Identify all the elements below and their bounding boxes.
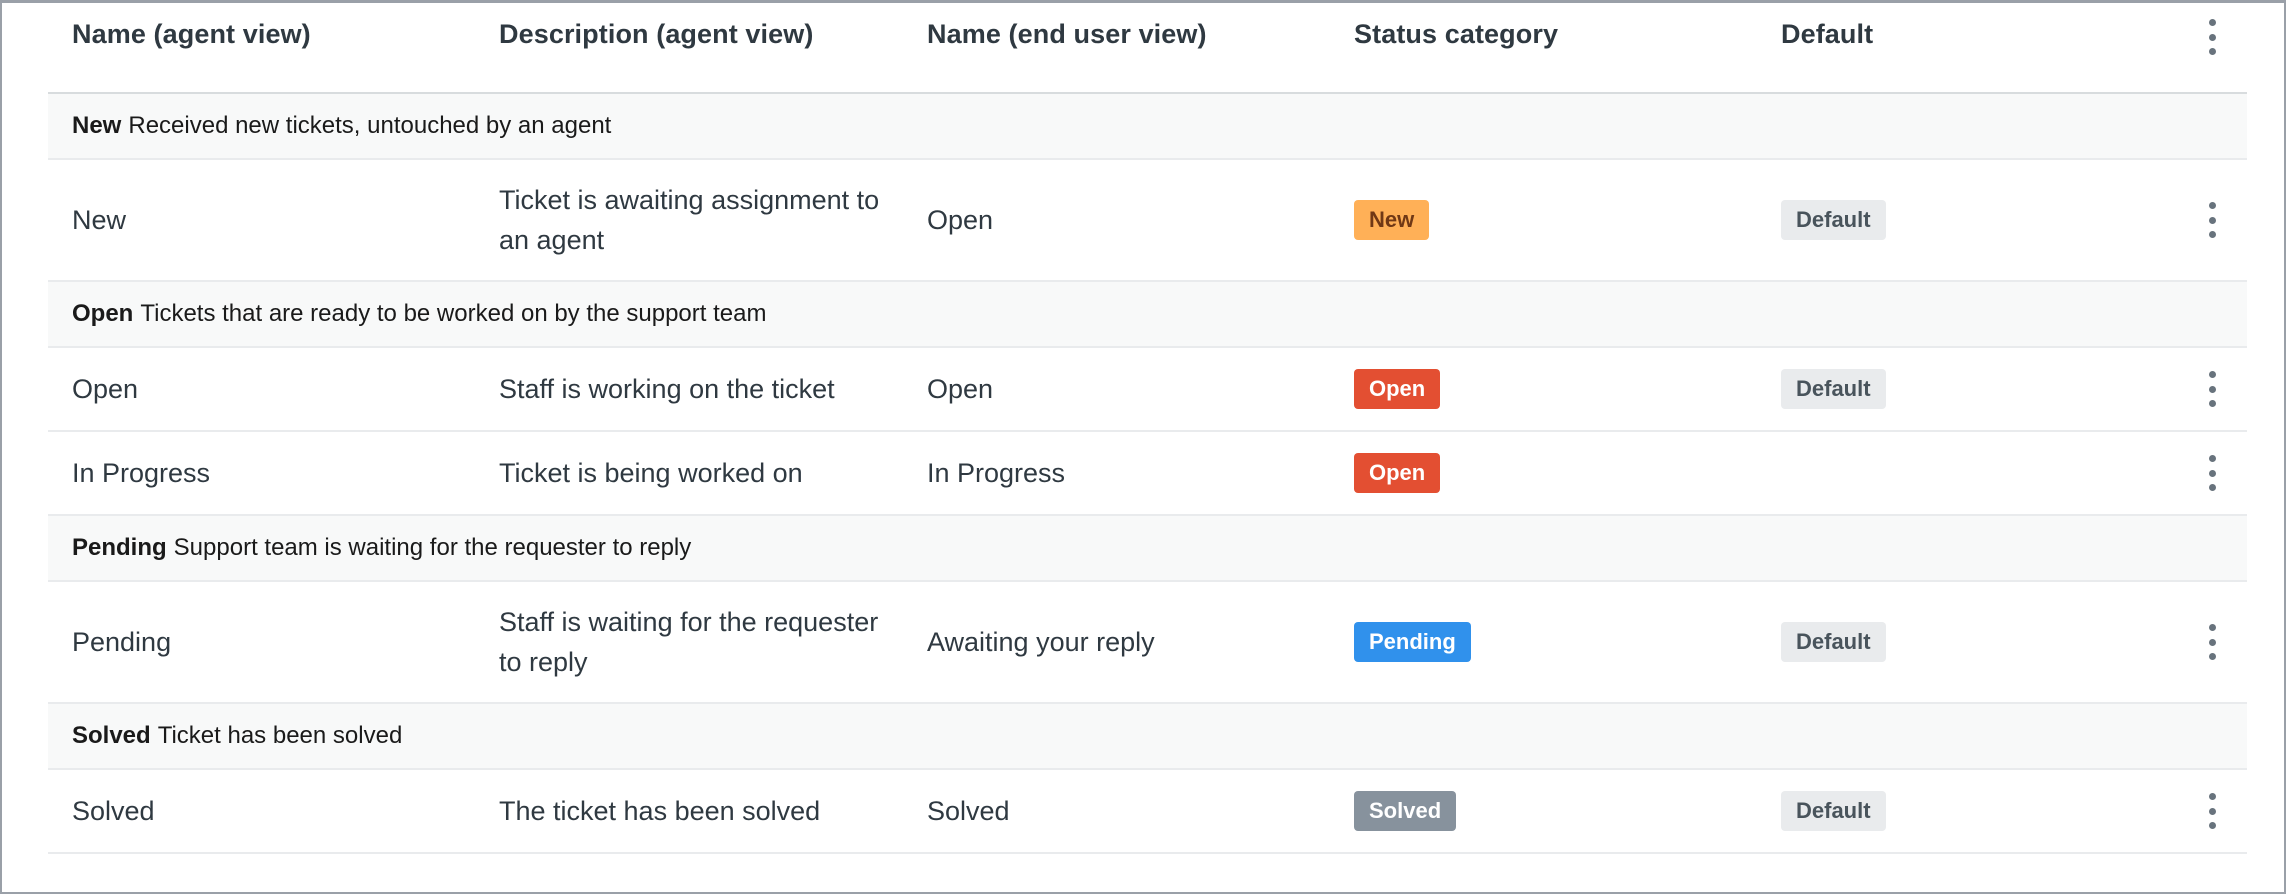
status-name-end-user: Solved (927, 796, 1010, 826)
kebab-vertical-icon[interactable] (2205, 19, 2219, 55)
status-name-agent: New (72, 205, 127, 235)
status-name-end-user: Open (927, 374, 994, 404)
status-name-agent: Pending (72, 627, 172, 657)
group-row-pending: Pending Support team is waiting for the r… (48, 516, 2247, 582)
table-header: Name (agent view) Description (agent vie… (48, 3, 2247, 94)
status-category-badge: Open (1354, 369, 1441, 409)
group-description: Ticket has been solved (157, 722, 403, 749)
status-category-badge: Solved (1354, 791, 1457, 831)
status-name-end-user: Awaiting your reply (927, 627, 1155, 657)
group-description: Tickets that are ready to be worked on b… (140, 300, 767, 327)
status-description-agent: Staff is working on the ticket (499, 374, 835, 404)
table-row[interactable]: In Progress Ticket is being worked on In P… (48, 432, 2247, 516)
status-name-agent: Solved (72, 796, 155, 826)
default-badge: Default (1781, 200, 1886, 240)
status-name-agent: In Progress (72, 458, 211, 488)
status-description-agent: The ticket has been solved (499, 796, 821, 826)
column-header-default[interactable]: Default (1781, 19, 1873, 50)
row-actions-kebab-icon[interactable] (2205, 793, 2219, 829)
group-row-solved: Solved Ticket has been solved (48, 704, 2247, 770)
group-label: Open Tickets that are ready to be worked … (72, 282, 766, 346)
group-label: New Received new tickets, untouched by an… (72, 94, 611, 158)
table-row[interactable]: New Ticket is awaiting assignment to an a… (48, 160, 2247, 282)
group-label: Pending Support team is waiting for the r… (72, 516, 691, 580)
table-row[interactable]: Solved The ticket has been solved Solved So… (48, 770, 2247, 854)
status-category-badge: New (1354, 200, 1430, 240)
ticket-statuses-table: Name (agent view) Description (agent vie… (48, 3, 2247, 854)
status-category-badge: Pending (1354, 622, 1471, 662)
group-description: Support team is waiting for the requeste… (173, 534, 692, 561)
status-name-end-user: In Progress (927, 458, 1066, 488)
column-header-name-end-user[interactable]: Name (end user view) (927, 19, 1207, 50)
table-row[interactable]: Open Staff is working on the ticket Open Op… (48, 348, 2247, 432)
default-badge: Default (1781, 622, 1886, 662)
group-title: Pending (72, 534, 167, 561)
default-badge: Default (1781, 369, 1886, 409)
row-actions-kebab-icon[interactable] (2205, 455, 2219, 491)
table-row[interactable]: Pending Staff is waiting for the requeste… (48, 582, 2247, 704)
status-description-agent: Ticket is being worked on (499, 458, 803, 488)
group-label: Solved Ticket has been solved (72, 704, 402, 768)
row-actions-kebab-icon[interactable] (2205, 624, 2219, 660)
group-row-open: Open Tickets that are ready to be worked … (48, 282, 2247, 348)
row-actions-kebab-icon[interactable] (2205, 202, 2219, 238)
column-header-description-agent[interactable]: Description (agent view) (499, 19, 813, 50)
group-title: Open (72, 300, 134, 327)
column-header-name-agent[interactable]: Name (agent view) (72, 19, 311, 50)
group-description: Received new tickets, untouched by an ag… (128, 112, 612, 139)
status-category-badge: Open (1354, 453, 1441, 493)
row-actions-kebab-icon[interactable] (2205, 371, 2219, 407)
ticket-statuses-panel: Name (agent view) Description (agent vie… (0, 0, 2286, 894)
status-description-agent: Ticket is awaiting assignment to an agen… (499, 185, 880, 255)
default-badge: Default (1781, 791, 1886, 831)
table-body: New Received new tickets, untouched by an… (48, 94, 2247, 854)
status-name-agent: Open (72, 374, 139, 404)
group-title: New (72, 112, 122, 139)
group-row-new: New Received new tickets, untouched by an… (48, 94, 2247, 160)
status-name-end-user: Open (927, 205, 994, 235)
status-description-agent: Staff is waiting for the requester to re… (499, 607, 879, 677)
column-header-status-category[interactable]: Status category (1354, 19, 1558, 50)
group-title: Solved (72, 722, 151, 749)
